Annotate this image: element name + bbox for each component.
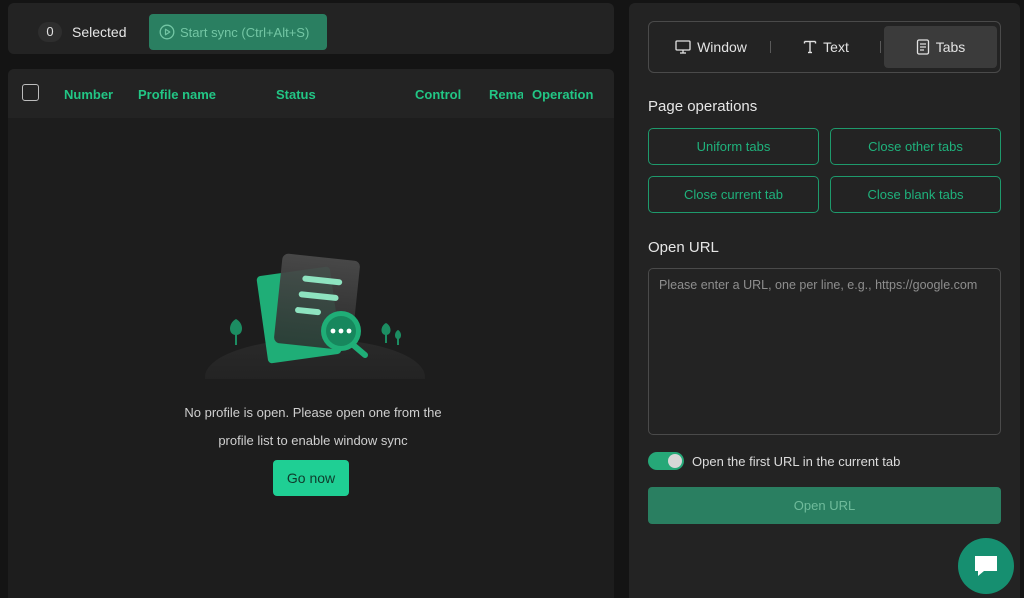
url-input[interactable] [648, 268, 1001, 435]
tab-text[interactable]: Text [771, 26, 881, 68]
column-control[interactable]: Control [415, 87, 461, 102]
empty-state-line-2: profile list to enable window sync [218, 433, 408, 448]
text-icon [803, 40, 817, 54]
column-profile-name[interactable]: Profile name [138, 87, 216, 102]
empty-state-illustration [205, 253, 425, 379]
panel-tabs: Window Text Tabs [648, 21, 1001, 73]
open-url-button[interactable]: Open URL [648, 487, 1001, 524]
table-header: Number Profile name Status Control Rema … [8, 69, 614, 118]
tab-text-label: Text [823, 39, 849, 55]
toggle-knob [668, 454, 682, 468]
column-status[interactable]: Status [276, 87, 316, 102]
tab-window[interactable]: Window [657, 26, 765, 68]
selected-count-badge: 0 [38, 22, 62, 42]
play-circle-icon [159, 24, 175, 40]
tab-divider [880, 41, 881, 53]
selection-toolbar: 0 Selected Start sync (Ctrl+Alt+S) [8, 3, 614, 54]
sync-control-panel: Window Text Tabs Page operations Uniform… [629, 3, 1020, 598]
chat-support-button[interactable] [958, 538, 1014, 594]
document-icon [916, 39, 929, 55]
select-all-checkbox[interactable] [22, 84, 39, 101]
column-operation[interactable]: Operation [532, 87, 593, 102]
page-operations-title: Page operations [648, 98, 758, 115]
close-current-tab-button[interactable]: Close current tab [648, 176, 819, 213]
close-other-tabs-button[interactable]: Close other tabs [830, 128, 1001, 165]
monitor-icon [675, 40, 691, 54]
tree-icon [230, 319, 242, 345]
tab-tabs[interactable]: Tabs [884, 26, 997, 68]
selected-label: Selected [72, 24, 127, 40]
open-url-title: Open URL [648, 239, 719, 256]
uniform-tabs-button[interactable]: Uniform tabs [648, 128, 819, 165]
tab-tabs-label: Tabs [935, 39, 966, 55]
profile-table: Number Profile name Status Control Rema … [8, 69, 614, 598]
tab-window-label: Window [697, 39, 747, 55]
column-number[interactable]: Number [64, 87, 113, 102]
empty-state-message: No profile is open. Please open one from… [148, 399, 478, 455]
close-blank-tabs-button[interactable]: Close blank tabs [830, 176, 1001, 213]
start-sync-button[interactable]: Start sync (Ctrl+Alt+S) [149, 14, 327, 50]
column-remark[interactable]: Rema [489, 87, 523, 102]
go-now-button[interactable]: Go now [273, 460, 349, 496]
start-sync-label: Start sync (Ctrl+Alt+S) [180, 24, 310, 40]
open-first-url-toggle[interactable] [648, 452, 684, 470]
empty-state-line-1: No profile is open. Please open one from… [184, 405, 442, 420]
chat-bubble-icon [975, 556, 997, 576]
open-first-url-label: Open the first URL in the current tab [692, 454, 901, 469]
